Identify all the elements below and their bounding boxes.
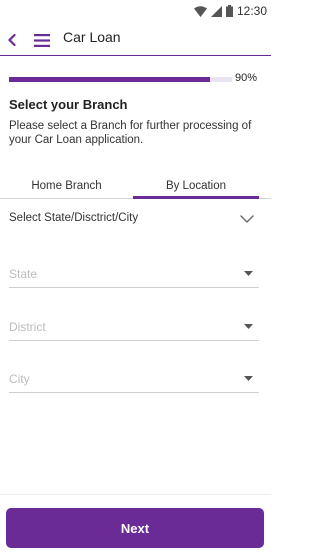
section-title: Select your Branch [9, 97, 128, 112]
progress-fill [9, 77, 210, 82]
caret-down-icon [244, 271, 253, 276]
caret-down-icon [244, 376, 253, 381]
back-button[interactable] [4, 29, 20, 51]
caret-down-icon [244, 324, 253, 329]
section-description: Please select a Branch for further proce… [9, 120, 252, 146]
next-button[interactable]: Next [6, 508, 264, 548]
wifi-icon [193, 5, 207, 17]
app-bar: Car Loan [0, 24, 271, 56]
state-placeholder: State [9, 267, 38, 281]
menu-button[interactable] [32, 30, 52, 50]
footer: Next [0, 494, 271, 552]
signal-icon [210, 5, 222, 17]
progress-bar [9, 77, 232, 82]
progress-label: 90% [235, 72, 258, 84]
city-select[interactable]: City [9, 367, 259, 393]
district-placeholder: District [9, 320, 46, 334]
location-accordion-header[interactable]: Select State/Disctrict/City [0, 205, 271, 235]
district-select[interactable]: District [9, 315, 259, 341]
status-time: 12:30 [236, 4, 267, 18]
active-tab-indicator [133, 196, 259, 199]
page-title: Car Loan [63, 29, 121, 45]
chevron-left-icon [8, 34, 16, 46]
battery-icon [225, 5, 233, 17]
hamburger-menu-icon [34, 33, 50, 47]
chevron-down-icon [240, 215, 254, 223]
tab-home-branch[interactable]: Home Branch [0, 172, 133, 199]
state-select[interactable]: State [9, 262, 259, 288]
status-bar: 12:30 [0, 0, 271, 24]
accordion-label: Select State/Disctrict/City [9, 212, 139, 224]
tab-by-location[interactable]: By Location [133, 172, 259, 199]
city-placeholder: City [9, 372, 30, 386]
branch-tabs: Home Branch By Location [0, 172, 271, 199]
status-icons: 12:30 [193, 4, 267, 18]
